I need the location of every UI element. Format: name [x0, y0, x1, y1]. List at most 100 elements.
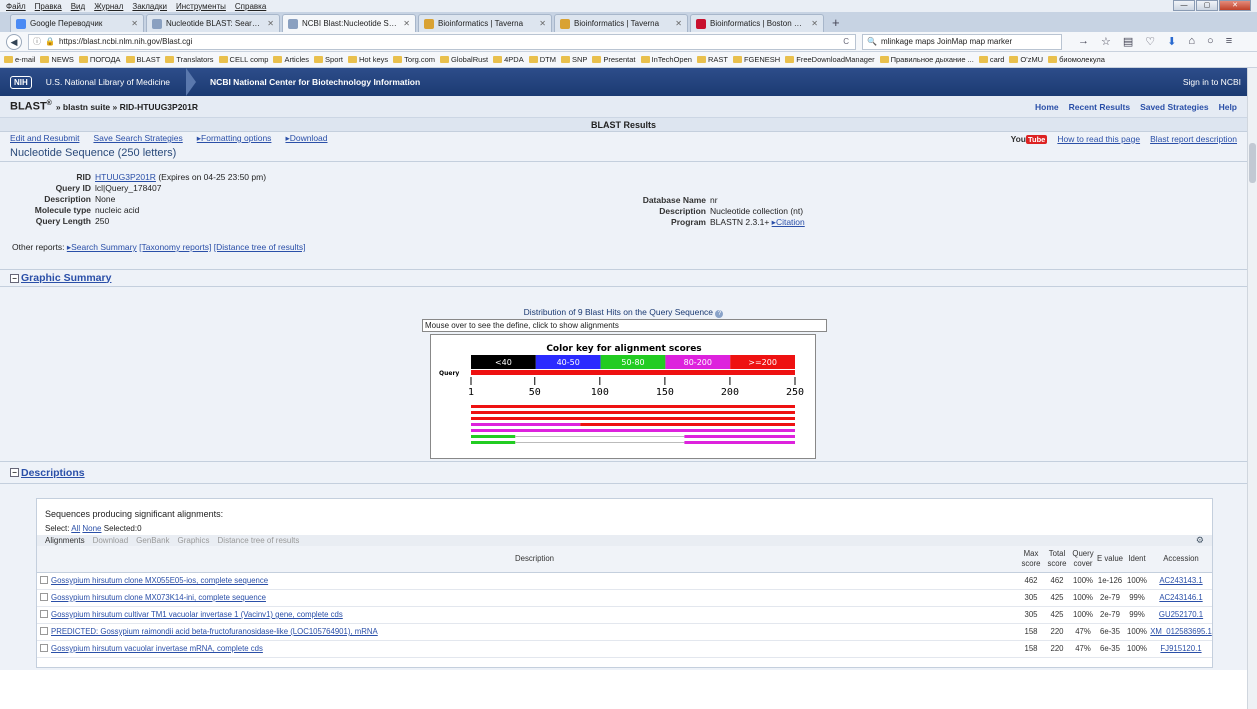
blast-logo[interactable]: BLAST®: [10, 100, 52, 113]
minimize-button[interactable]: —: [1173, 0, 1195, 11]
page-scrollbar[interactable]: [1247, 68, 1257, 709]
description-cell[interactable]: Gossypium hirsutum vacuolar invertase mR…: [51, 640, 1018, 658]
description-link[interactable]: Gossypium hirsutum vacuolar invertase mR…: [51, 644, 263, 653]
description-cell[interactable]: PREDICTED: Gossypium raimondii acid beta…: [51, 623, 1018, 641]
accession-link[interactable]: AC243143.1: [1159, 576, 1202, 585]
table-row[interactable]: Gossypium hirsutum vacuolar invertase mR…: [37, 640, 1212, 658]
value-cell[interactable]: GU252170.1: [1150, 606, 1212, 624]
table-row[interactable]: PREDICTED: Gossypium raimondii acid beta…: [37, 623, 1212, 641]
toolbar-item[interactable]: Download: [93, 536, 129, 545]
close-tab-icon[interactable]: ✕: [131, 19, 138, 28]
info-icon[interactable]: ⓘ: [33, 36, 41, 47]
bookmark-item[interactable]: card: [978, 55, 1004, 64]
search-box[interactable]: 🔍 mlinkage maps JoinMap map marker: [862, 33, 1062, 50]
browser-tab[interactable]: NCBI Blast:Nucleotide Seq... ✕: [282, 14, 416, 32]
youtube-logo[interactable]: You Tube: [1011, 134, 1048, 144]
description-link[interactable]: Gossypium hirsutum clone MX055E05-ios, c…: [51, 576, 268, 585]
menu-icon[interactable]: ≡: [1226, 35, 1232, 48]
toolbar-item[interactable]: Distance tree of results: [218, 536, 300, 545]
scrollbar-thumb[interactable]: [1249, 143, 1256, 183]
description-cell[interactable]: Gossypium hirsutum clone MX073K14-ini, c…: [51, 589, 1018, 607]
gear-icon[interactable]: ⚙: [1196, 535, 1204, 546]
other-report-link[interactable]: ▸Search Summary: [67, 242, 137, 252]
descriptions-header[interactable]: − Descriptions: [0, 462, 1247, 484]
row-checkbox[interactable]: [40, 643, 48, 652]
top-link[interactable]: Saved Strategies: [1140, 102, 1209, 112]
bookmark-item[interactable]: Hot keys: [347, 55, 388, 64]
graphic-summary-header[interactable]: − Graphic Summary: [0, 270, 1247, 287]
bookmark-item[interactable]: Presentat: [592, 55, 636, 64]
bookmark-item[interactable]: O'zMU: [1009, 55, 1043, 64]
bookmark-item[interactable]: InTechOpen: [640, 55, 692, 64]
row-checkbox-cell[interactable]: [37, 606, 51, 624]
nih-logo[interactable]: NIH: [10, 75, 32, 89]
bookmark-item[interactable]: DTM: [528, 55, 556, 64]
collapse-icon[interactable]: −: [10, 468, 19, 477]
row-checkbox[interactable]: [40, 626, 48, 635]
hits-graph[interactable]: Color key for alignment scores <40 40-50 50…: [430, 334, 816, 459]
top-link[interactable]: Recent Results: [1069, 102, 1130, 112]
new-tab-button[interactable]: +: [826, 15, 846, 32]
bookmark-item[interactable]: SNP: [560, 55, 587, 64]
value-cell[interactable]: AC243143.1: [1150, 572, 1212, 590]
description-cell[interactable]: Gossypium hirsutum clone MX055E05-ios, c…: [51, 572, 1018, 590]
reload-icon[interactable]: C: [843, 37, 849, 46]
menu-item[interactable]: Справка: [235, 2, 266, 11]
rid-link[interactable]: HTUUG3P201R: [95, 172, 156, 182]
bookmark-item[interactable]: FreeDownloadManager: [785, 55, 875, 64]
value-cell[interactable]: XM_012583695.1: [1150, 623, 1212, 641]
other-report-link[interactable]: [Taxonomy reports]: [139, 242, 211, 252]
row-checkbox-cell[interactable]: [37, 572, 51, 590]
bookmark-item[interactable]: 4PDA: [493, 55, 524, 64]
description-link[interactable]: PREDICTED: Gossypium raimondii acid beta…: [51, 627, 378, 636]
help-icon[interactable]: ?: [715, 310, 724, 318]
menu-item[interactable]: Закладки: [132, 2, 167, 11]
report-description-link[interactable]: Blast report description: [1150, 134, 1237, 144]
bookmark-item[interactable]: GlobalRust: [440, 55, 488, 64]
table-row[interactable]: Gossypium hirsutum clone MX055E05-ios, c…: [37, 572, 1212, 590]
browser-tab[interactable]: Bioinformatics | Taverna ✕: [418, 14, 552, 32]
download-icon[interactable]: ⬇: [1167, 35, 1176, 48]
menu-item[interactable]: Правка: [35, 2, 62, 11]
bookmark-item[interactable]: Translators: [165, 55, 214, 64]
close-tab-icon[interactable]: ✕: [675, 19, 682, 28]
toolbar-item[interactable]: Graphics: [178, 536, 210, 545]
action-link[interactable]: ▸Download: [285, 133, 327, 144]
select-all-link[interactable]: All: [71, 524, 80, 533]
row-checkbox-cell[interactable]: [37, 623, 51, 641]
description-link[interactable]: Gossypium hirsutum cultivar TM1 vacuolar…: [51, 610, 343, 619]
other-report-link[interactable]: [Distance tree of results]: [214, 242, 306, 252]
menu-item[interactable]: Инструменты: [176, 2, 226, 11]
table-row[interactable]: Gossypium hirsutum cultivar TM1 vacuolar…: [37, 606, 1212, 624]
action-link[interactable]: Save Search Strategies: [93, 133, 182, 144]
back-arrow-icon[interactable]: ◀: [6, 33, 22, 50]
bookmark-item[interactable]: ПОГОДА: [78, 55, 121, 64]
browser-tab[interactable]: Bioinformatics | Boston Un... ✕: [690, 14, 824, 32]
table-row[interactable]: Gossypium hirsutum clone MX073K14-ini, c…: [37, 589, 1212, 607]
browser-tab[interactable]: Nucleotide BLAST: Search ... ✕: [146, 14, 280, 32]
how-to-read-link[interactable]: How to read this page: [1057, 134, 1140, 144]
toolbar-item[interactable]: Alignments: [45, 536, 85, 545]
menu-item[interactable]: Файл: [6, 2, 26, 11]
value-cell[interactable]: FJ915120.1: [1150, 640, 1212, 658]
hangouts-icon[interactable]: ○: [1207, 35, 1214, 48]
collapse-icon[interactable]: −: [10, 273, 19, 283]
bookmark-item[interactable]: RAST: [696, 55, 728, 64]
maximize-button[interactable]: ▢: [1196, 0, 1218, 11]
home-icon[interactable]: ⌂: [1188, 35, 1195, 48]
top-link[interactable]: Home: [1035, 102, 1059, 112]
bookmark-item[interactable]: CELL comp: [218, 55, 268, 64]
reading-list-icon[interactable]: ▤: [1123, 35, 1133, 48]
row-checkbox[interactable]: [40, 575, 48, 584]
accession-link[interactable]: FJ915120.1: [1160, 644, 1201, 653]
top-link[interactable]: Help: [1219, 102, 1237, 112]
toolbar-item[interactable]: GenBank: [136, 536, 169, 545]
close-window-button[interactable]: ✕: [1219, 0, 1251, 11]
close-tab-icon[interactable]: ✕: [403, 19, 410, 28]
close-tab-icon[interactable]: ✕: [267, 19, 274, 28]
nlm-link[interactable]: U.S. National Library of Medicine: [46, 77, 170, 87]
row-checkbox-cell[interactable]: [37, 640, 51, 658]
bookmark-item[interactable]: NEWS: [40, 55, 74, 64]
go-arrow-icon[interactable]: →: [1078, 35, 1089, 48]
citation-link[interactable]: ▸Citation: [772, 217, 805, 227]
